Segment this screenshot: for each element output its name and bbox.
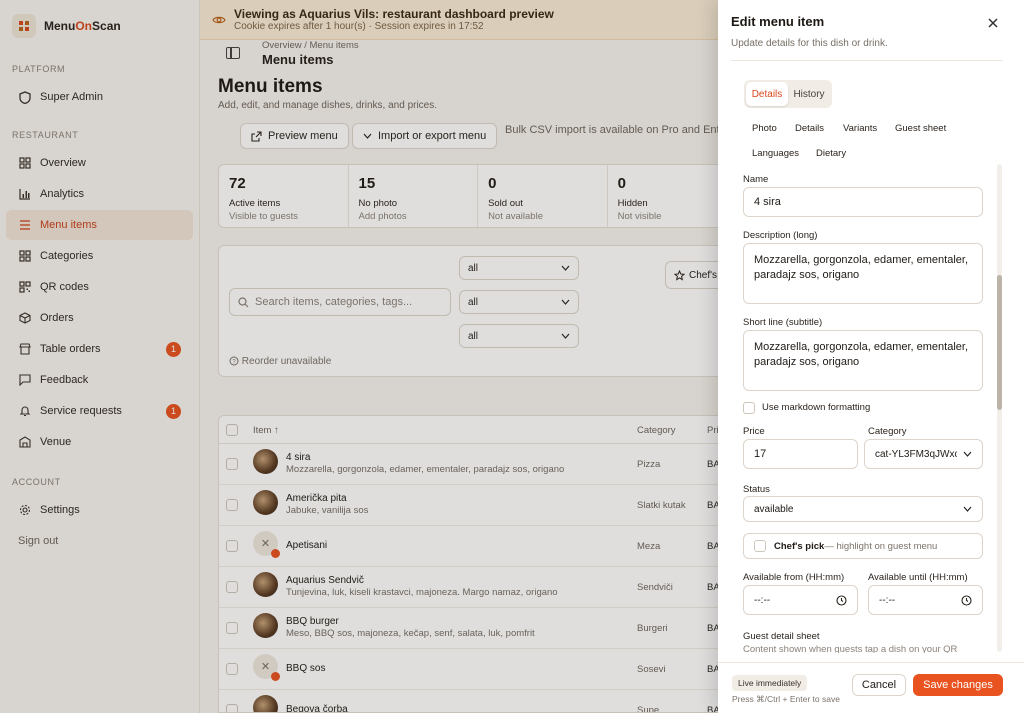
chefs-pick-toggle[interactable]: Chef's pick — highlight on guest menu xyxy=(743,533,983,559)
drawer-subtitle: Update details for this dish or drink. xyxy=(731,38,888,49)
markdown-label: Use markdown formatting xyxy=(762,402,871,413)
category-select[interactable]: cat-YL3FM3qJWxc xyxy=(864,439,983,469)
category-label: Category xyxy=(868,426,907,437)
description-label: Description (long) xyxy=(743,230,818,241)
chefs-pick-checkbox[interactable] xyxy=(754,540,766,552)
available-until-label: Available until (HH:mm) xyxy=(868,572,968,583)
drawer-footer: Live immediately Press ⌘/Ctrl + Enter to… xyxy=(718,662,1024,713)
subtab-photo[interactable]: Photo xyxy=(752,123,777,134)
clock-icon[interactable] xyxy=(836,594,847,606)
available-from-label: Available from (HH:mm) xyxy=(743,572,845,583)
short-line-textarea[interactable]: Mozzarella, gorgonzola, edamer, ementale… xyxy=(743,330,983,391)
guest-sheet-label: Guest detail sheet xyxy=(743,631,820,642)
live-immediately-badge: Live immediately xyxy=(732,675,808,691)
status-label: Status xyxy=(743,484,770,495)
details-history-segment: Details History xyxy=(744,80,832,108)
edit-menu-item-drawer: Edit menu item Update details for this d… xyxy=(718,0,1024,713)
status-select[interactable]: available xyxy=(743,496,983,522)
subtab-dietary[interactable]: Dietary xyxy=(816,148,846,159)
shortcut-hint: Press ⌘/Ctrl + Enter to save xyxy=(732,694,840,704)
close-icon[interactable] xyxy=(984,14,1002,32)
markdown-checkbox[interactable] xyxy=(743,402,755,414)
short-line-label: Short line (subtitle) xyxy=(743,317,823,328)
chevron-down-icon xyxy=(963,451,972,457)
cancel-button[interactable]: Cancel xyxy=(852,674,906,696)
save-changes-button[interactable]: Save changes xyxy=(913,674,1003,696)
subtab-guest-sheet[interactable]: Guest sheet xyxy=(895,123,946,134)
subtab-details[interactable]: Details xyxy=(795,123,824,134)
divider xyxy=(731,60,1003,61)
available-until-field[interactable]: --:-- xyxy=(868,585,983,615)
name-label: Name xyxy=(743,174,769,185)
form-scrollbar-thumb[interactable] xyxy=(997,275,1002,410)
subtab-languages[interactable]: Languages xyxy=(752,148,799,159)
available-from-field[interactable]: --:-- xyxy=(743,585,858,615)
description-textarea[interactable]: Mozzarella, gorgonzola, edamer, ementale… xyxy=(743,243,983,304)
name-field[interactable]: 4 sira xyxy=(743,187,983,217)
price-label: Price xyxy=(743,426,765,437)
drawer-title: Edit menu item xyxy=(731,14,825,29)
subtab-variants[interactable]: Variants xyxy=(843,123,877,134)
clock-icon[interactable] xyxy=(961,594,972,606)
guest-sheet-hint: Content shown when guests tap a dish on … xyxy=(743,644,958,653)
price-field[interactable]: 17 xyxy=(743,439,858,469)
segment-history[interactable]: History xyxy=(788,82,830,106)
chevron-down-icon xyxy=(963,506,972,512)
segment-details[interactable]: Details xyxy=(746,82,788,106)
